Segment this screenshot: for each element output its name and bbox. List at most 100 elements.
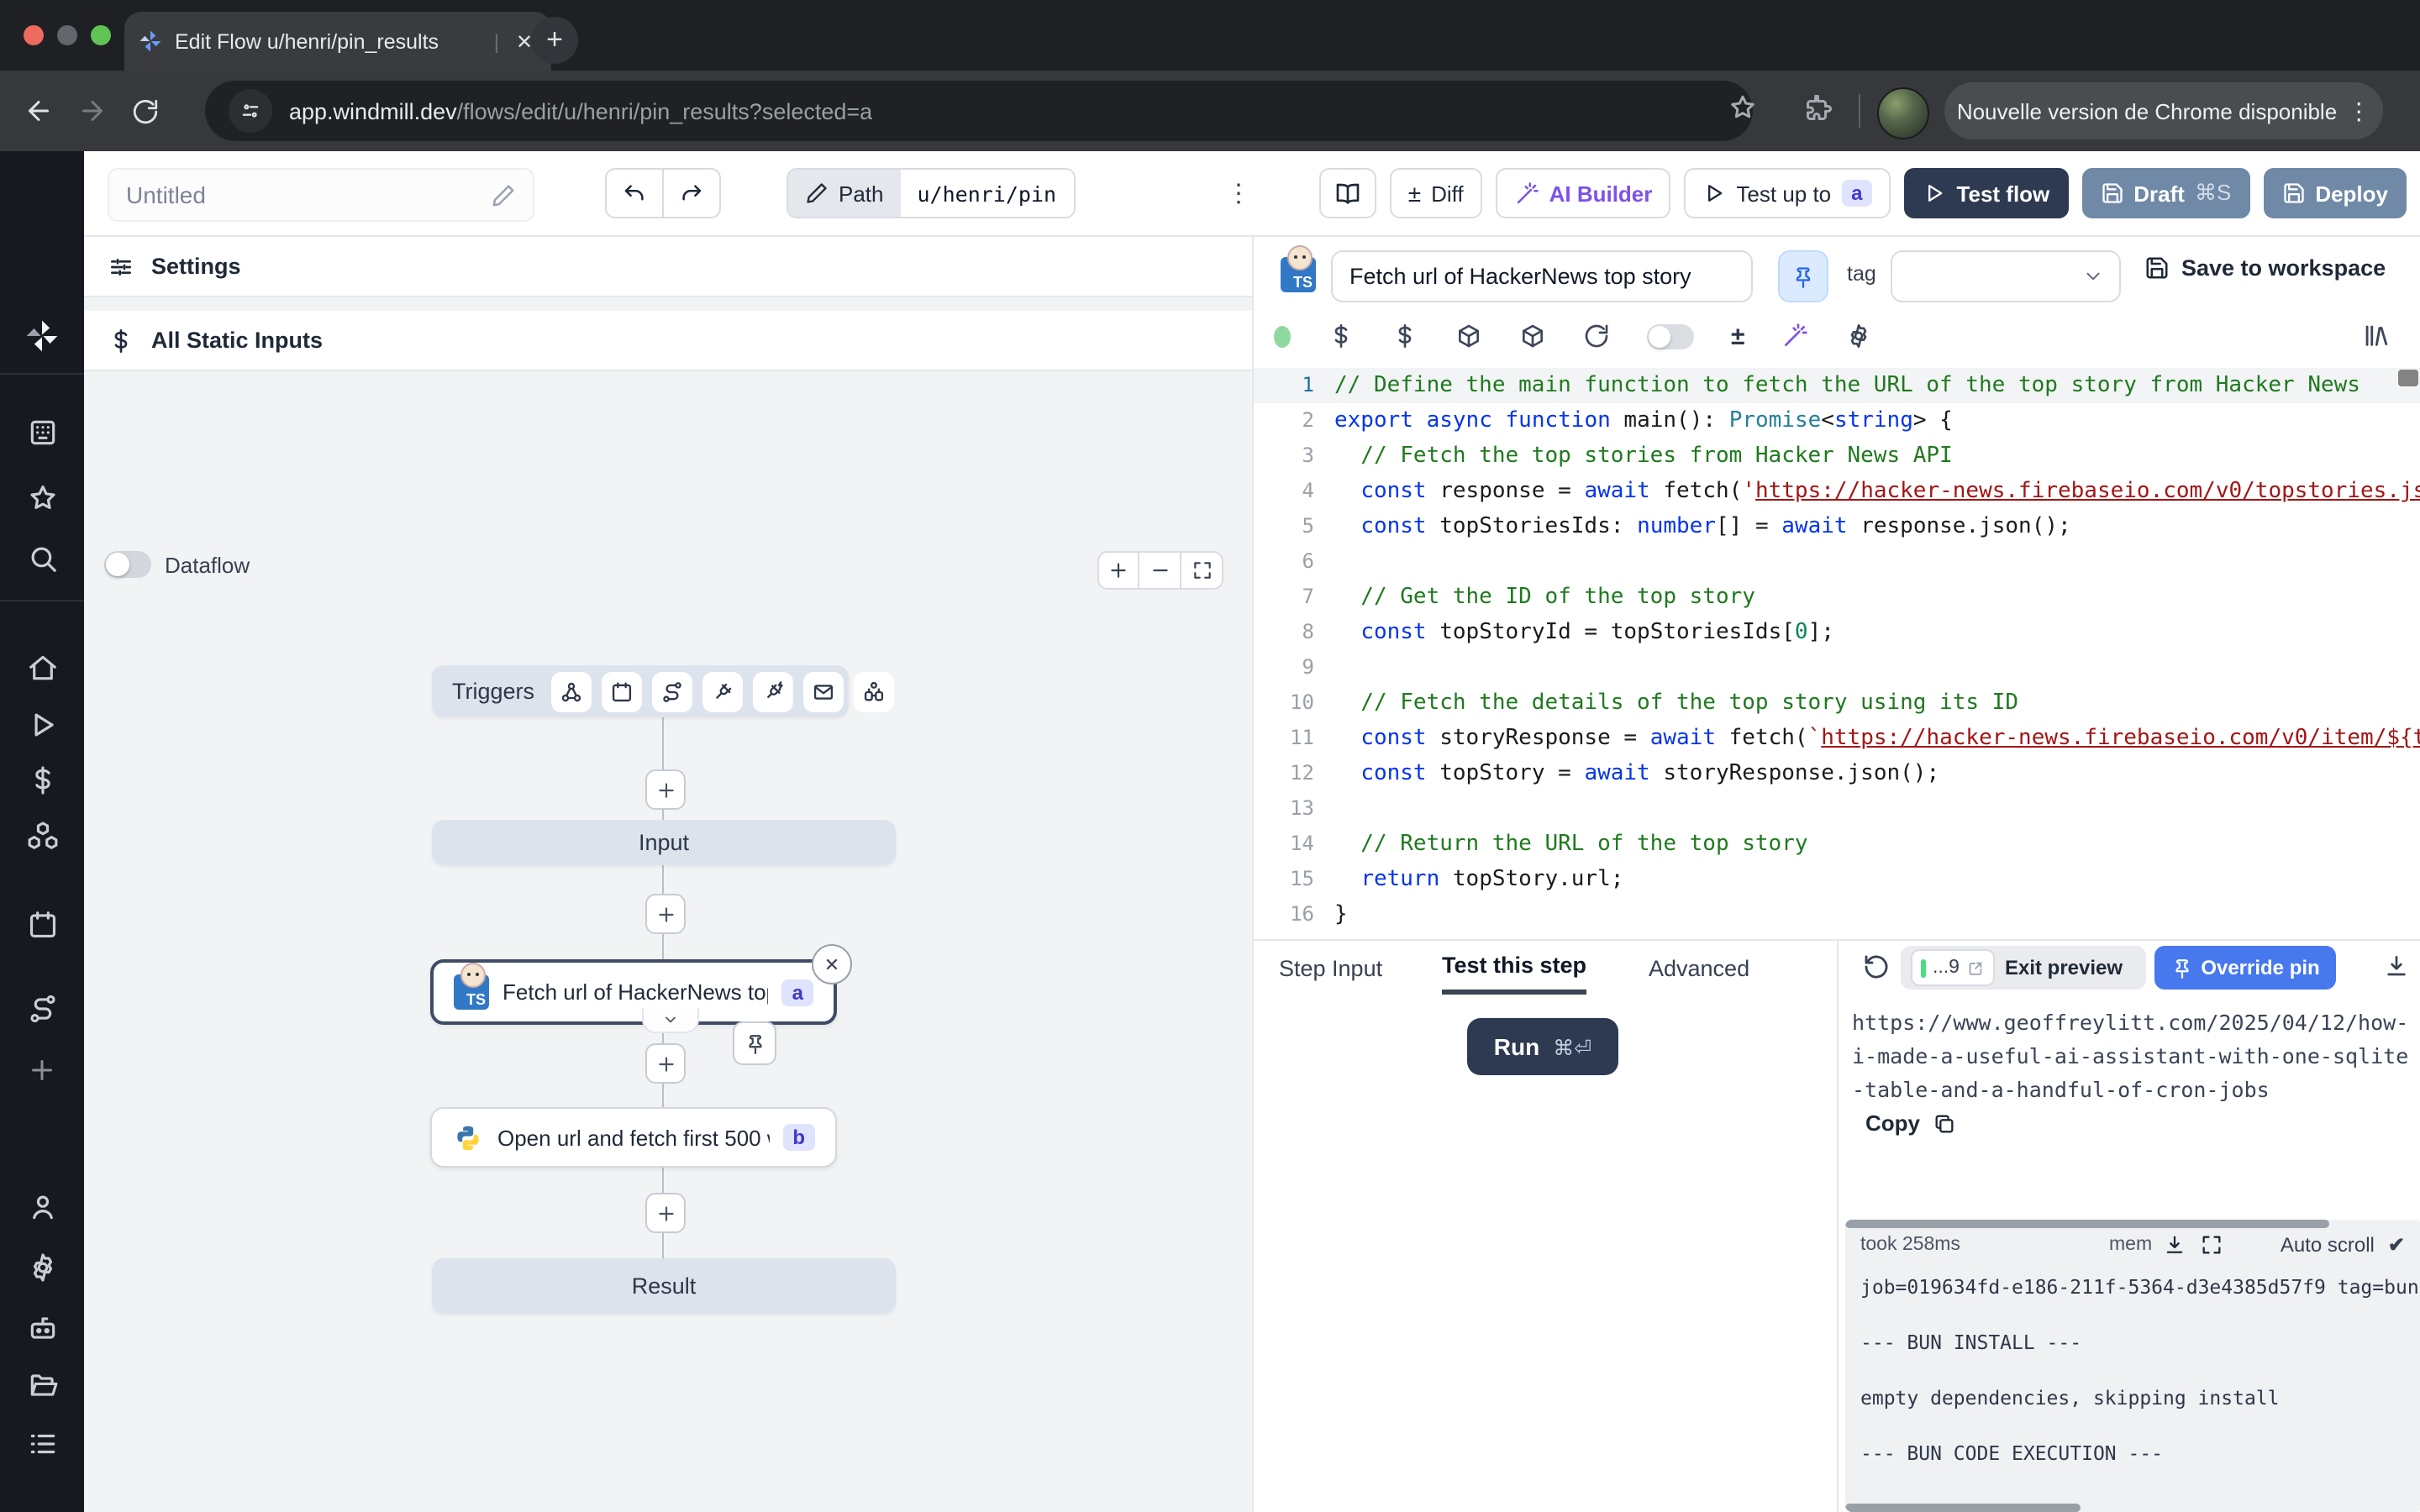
step-a-node[interactable]: TS Fetch url of HackerNews top story a ✕ <box>430 959 837 1025</box>
test-flow-button[interactable]: Test flow <box>1905 168 2069 218</box>
ai-wand-icon[interactable] <box>1781 323 1808 349</box>
route-trigger-icon[interactable] <box>652 671 692 711</box>
download-icon[interactable] <box>2163 1233 2186 1257</box>
contextual-variables-icon[interactable] <box>1392 323 1418 349</box>
zoom-out-button[interactable] <box>1139 551 1181 590</box>
sidebar-item-folders[interactable] <box>0 1362 84 1406</box>
result-url[interactable]: https://www.geoffreylitt.com/2025/04/12/… <box>1852 1006 2417 1107</box>
code-scrollbar-thumb[interactable] <box>2398 370 2418 386</box>
log-panel[interactable]: took 258ms mem peak: 2 Auto scroll ✔ job… <box>1845 1220 2420 1512</box>
diff-icon[interactable]: ± <box>1731 322 1744 350</box>
chrome-update-button[interactable]: Nouvelle version de Chrome disponible ⋮ <box>1944 82 2383 139</box>
package-icon[interactable] <box>1455 323 1482 349</box>
reload-icon[interactable] <box>131 97 160 125</box>
copy-result-button[interactable]: Copy <box>1865 1110 1955 1136</box>
save-to-workspace-button[interactable]: Save to workspace <box>2144 255 2386 281</box>
ai-builder-button[interactable]: AI Builder <box>1496 168 1671 218</box>
test-up-to-button[interactable]: Test up to a <box>1684 168 1891 218</box>
bookmark-star-icon[interactable] <box>1728 92 1758 123</box>
job-result-chip[interactable]: ...9 <box>1911 949 1995 986</box>
site-settings-icon[interactable] <box>229 89 272 133</box>
history-icon[interactable] <box>1862 953 1891 981</box>
editor-toggle[interactable] <box>1647 323 1694 349</box>
undo-button[interactable] <box>605 168 664 218</box>
omnibox[interactable]: app.windmill.dev/flows/edit/u/henri/pin_… <box>205 81 1753 141</box>
input-node[interactable]: Input <box>432 820 896 865</box>
diff-button[interactable]: ±Diff <box>1390 168 1482 218</box>
step-b-node[interactable]: Open url and fetch first 500 words of ..… <box>430 1107 837 1168</box>
editor-settings-icon[interactable] <box>1845 323 1872 349</box>
sidebar-item-search[interactable] <box>0 536 84 580</box>
forward-icon[interactable] <box>77 96 108 126</box>
package-icon[interactable] <box>1519 323 1546 349</box>
sidebar-item-routes[interactable] <box>0 986 84 1030</box>
path-button[interactable]: Path u/henri/pin <box>786 168 1075 218</box>
flow-settings-row[interactable]: Settings <box>84 237 1252 297</box>
expand-icon[interactable] <box>2200 1233 2223 1257</box>
external-link-icon[interactable] <box>1966 958 1985 977</box>
log-hscrollbar-top[interactable] <box>1845 1220 2329 1228</box>
override-pin-button[interactable]: Override pin <box>2154 946 2336 990</box>
add-step-button[interactable] <box>645 769 686 810</box>
sidebar-item-users[interactable] <box>0 1184 84 1228</box>
close-window-button[interactable] <box>24 25 44 45</box>
sidebar-item-home[interactable] <box>0 645 84 689</box>
sidebar-item-runs[interactable] <box>0 702 84 746</box>
sidebar-item-workers[interactable] <box>0 1305 84 1349</box>
sidebar-item-add[interactable] <box>0 1048 84 1092</box>
reload-icon[interactable] <box>1583 323 1610 349</box>
poll-trigger-icon[interactable] <box>854 671 894 711</box>
pin-toggle-button[interactable] <box>1778 250 1828 302</box>
schedule-trigger-icon[interactable] <box>602 671 642 711</box>
redo-button[interactable] <box>664 168 721 218</box>
library-icon[interactable] <box>2361 321 2390 349</box>
tab-step-input[interactable]: Step Input <box>1279 941 1382 995</box>
result-node[interactable]: Result <box>432 1258 896 1314</box>
tab-advanced[interactable]: Advanced <box>1649 941 1749 995</box>
flow-static-inputs-row[interactable]: All Static Inputs <box>84 311 1252 371</box>
minimize-window-button[interactable] <box>57 25 77 45</box>
browser-menu-icon[interactable]: ⋮ <box>2347 97 2370 125</box>
flow-name-input[interactable]: Untitled <box>108 168 534 222</box>
sidebar-item-favorites[interactable] <box>0 475 84 519</box>
tab-test-this-step[interactable]: Test this step <box>1442 941 1586 995</box>
back-icon[interactable] <box>24 96 54 126</box>
websocket-trigger-icon[interactable] <box>702 671 743 711</box>
docs-button[interactable] <box>1319 168 1376 218</box>
step-summary-input[interactable]: Fetch url of HackerNews top story <box>1331 250 1753 302</box>
fit-view-button[interactable] <box>1181 551 1223 590</box>
log-hscrollbar-bottom[interactable] <box>1845 1504 2081 1512</box>
profile-avatar[interactable] <box>1877 87 1929 139</box>
flow-canvas[interactable]: Dataflow Triggers <box>84 528 1252 1512</box>
sidebar-item-resources[interactable] <box>0 813 84 857</box>
kafka-trigger-icon[interactable] <box>753 671 793 711</box>
email-trigger-icon[interactable] <box>803 671 844 711</box>
pinned-result-icon[interactable] <box>733 1021 776 1065</box>
code-editor[interactable]: 1// Define the main function to fetch th… <box>1254 368 2420 936</box>
new-tab-button[interactable]: + <box>531 17 578 64</box>
webhook-trigger-icon[interactable] <box>551 671 592 711</box>
sidebar-item-logs[interactable] <box>0 1421 84 1465</box>
browser-tab[interactable]: Edit Flow u/henri/pin_results | ✕ <box>124 12 551 71</box>
add-step-button[interactable] <box>645 1043 686 1084</box>
add-step-button[interactable] <box>645 1193 686 1233</box>
triggers-node[interactable]: Triggers <box>432 665 849 717</box>
windmill-logo[interactable] <box>0 314 84 358</box>
add-step-button[interactable] <box>645 894 686 934</box>
dataflow-toggle[interactable] <box>104 551 151 578</box>
extensions-puzzle-icon[interactable] <box>1802 92 1832 123</box>
tag-select[interactable] <box>1891 250 2121 302</box>
collapse-step-icon[interactable] <box>642 1008 699 1033</box>
maximize-window-button[interactable] <box>91 25 111 45</box>
sidebar-item-workspace[interactable] <box>0 410 84 454</box>
window-controls[interactable] <box>24 25 111 45</box>
deploy-button[interactable]: Deploy <box>2263 168 2407 218</box>
sidebar-item-settings[interactable] <box>0 1245 84 1289</box>
variables-icon[interactable] <box>1328 323 1355 349</box>
sidebar-item-variables[interactable] <box>0 758 84 801</box>
zoom-in-button[interactable] <box>1097 551 1139 590</box>
exit-preview-button[interactable]: Exit preview <box>2005 956 2123 979</box>
draft-button[interactable]: Draft ⌘S <box>2081 168 2249 218</box>
delete-step-icon[interactable]: ✕ <box>812 944 852 984</box>
sidebar-item-schedules[interactable] <box>0 902 84 946</box>
